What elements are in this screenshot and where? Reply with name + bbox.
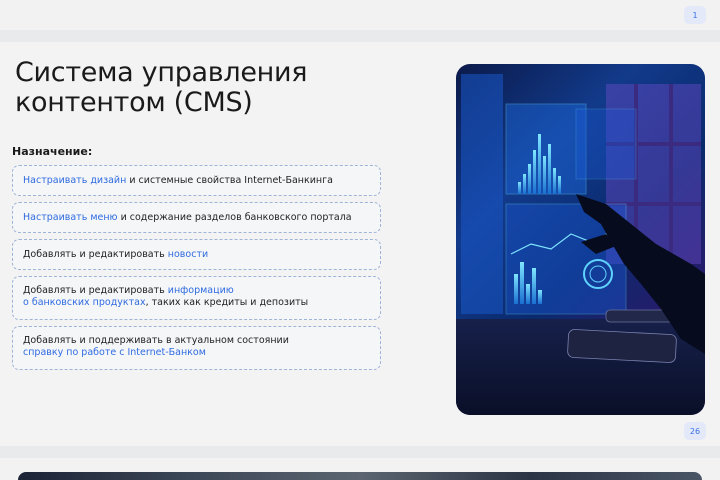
hand-touch-screen-illustration — [456, 74, 705, 415]
purpose-card-highlight: информацию — [167, 285, 234, 296]
page-number-badge: 26 — [684, 422, 706, 440]
slide-top: 1 — [0, 0, 720, 30]
slide-title: Система управления контентом (CMS) — [15, 58, 435, 118]
slide-main: Система управления контентом (CMS) Назна… — [0, 42, 720, 446]
purpose-list: Настраивать дизайн и системные свойства … — [12, 165, 381, 376]
slide-title-line1: Система управления — [15, 57, 308, 88]
purpose-card-products: Добавлять и редактировать информацию о б… — [12, 276, 381, 320]
purpose-card-highlight: о банковских продуктах — [23, 297, 146, 308]
purpose-card-news: Добавлять и редактировать новости — [12, 239, 381, 270]
purpose-card-text: Добавлять и редактировать — [23, 285, 168, 296]
purpose-card-text: , таких как кредиты и депозиты — [145, 297, 309, 308]
purpose-card-text: Добавлять и редактировать — [23, 248, 168, 260]
purpose-card-menu: Настраивать меню и содержание разделов б… — [12, 202, 381, 233]
purpose-heading: Назначение: — [12, 145, 93, 158]
purpose-card-highlight: справку по работе с Internet-Банком — [23, 347, 206, 358]
purpose-card-design: Настраивать дизайн и системные свойства … — [12, 165, 381, 196]
purpose-card-text: Добавлять и поддерживать в актуальном со… — [23, 335, 289, 346]
purpose-card-text: и системные свойства Internet-Банкинга — [126, 174, 333, 186]
purpose-card-highlight: Настраивать меню — [23, 211, 118, 223]
purpose-card-text: и содержание разделов банковского портал… — [117, 211, 352, 223]
purpose-card-highlight: новости — [167, 248, 209, 260]
page-number-badge: 1 — [684, 6, 706, 24]
purpose-card-help: Добавлять и поддерживать в актуальном со… — [12, 326, 381, 370]
slide-title-line2: контентом (CMS) — [15, 87, 253, 118]
slide-bottom — [0, 458, 720, 480]
cms-dashboard-photo — [456, 64, 705, 415]
purpose-card-highlight: Настраивать дизайн — [23, 174, 127, 186]
next-slide-image-preview — [18, 472, 702, 480]
